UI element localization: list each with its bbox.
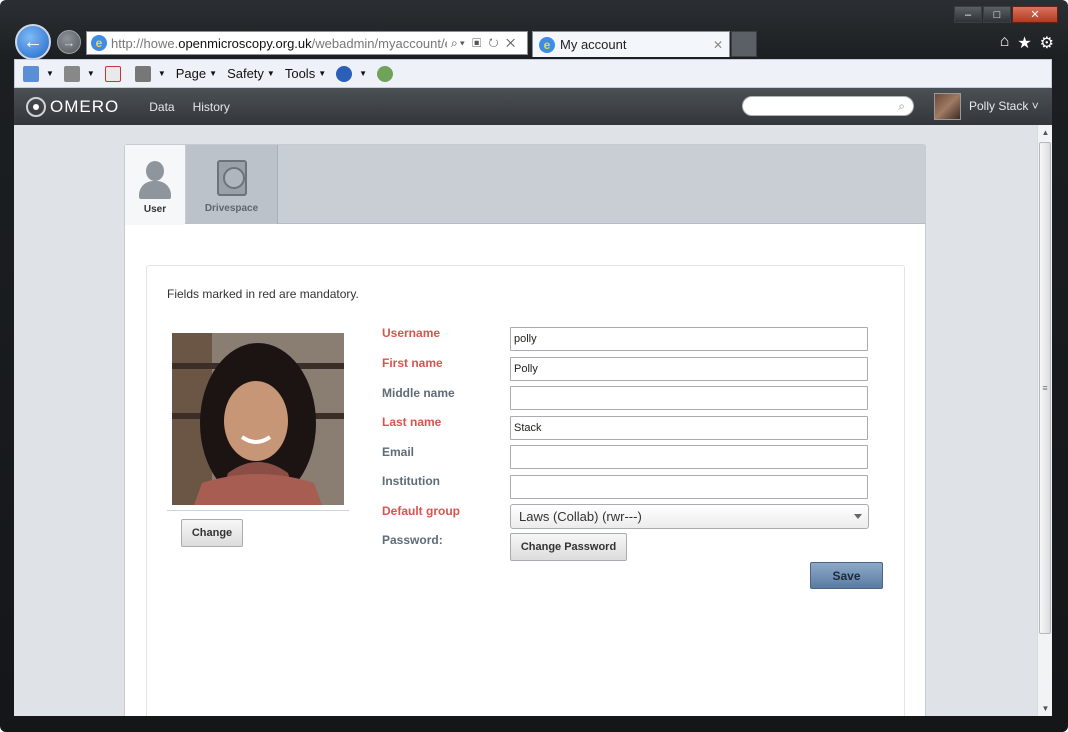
middle-name-field[interactable] <box>510 386 868 410</box>
url-prefix: http://howe. <box>111 35 179 51</box>
tools-menu-label: Tools <box>284 66 316 81</box>
default-group-select[interactable]: Laws (Collab) (rwr---) <box>510 504 869 529</box>
command-bar: ▼ ▼ ▼ Page ▼ Safety ▼ Tools ▼ ▼ <box>14 59 1052 88</box>
tab-drivespace[interactable]: Drivespace <box>186 145 278 224</box>
back-button[interactable]: ← <box>15 24 51 60</box>
tab-title: My account <box>560 37 627 52</box>
close-button[interactable]: ✕ <box>1012 6 1058 23</box>
last-name-field[interactable]: Stack <box>510 416 868 440</box>
arrow-right-icon: → <box>62 34 76 50</box>
email-label: Email <box>382 445 415 459</box>
search-input[interactable]: ⌕ <box>742 96 914 116</box>
home-icon[interactable]: ⌂ <box>1000 33 1010 53</box>
default-group-label: Default group <box>382 504 460 518</box>
portrait-image <box>172 333 344 505</box>
password-label: Password: <box>382 533 443 547</box>
tab-drivespace-label: Drivespace <box>204 203 259 214</box>
first-name-label: First name <box>382 356 443 370</box>
tools-menu[interactable]: Tools ▼ <box>285 66 326 81</box>
scroll-down-arrow-icon[interactable]: ▼ <box>1038 701 1052 716</box>
page-menu[interactable]: Page ▼ <box>176 66 217 81</box>
vertical-scrollbar[interactable]: ▲ ≡ ▼ <box>1037 125 1052 716</box>
page-viewport: OMERO Data History ⌕ Polly Stack ˅ User … <box>14 88 1052 716</box>
tab-close-icon[interactable]: ✕ <box>713 38 723 52</box>
address-actions-icon[interactable]: ⌕▾ ▣ ↻ ✕ <box>451 36 517 51</box>
forward-button[interactable]: → <box>57 30 81 54</box>
save-button[interactable]: Save <box>810 562 883 589</box>
dropdown-arrow-icon <box>854 514 862 519</box>
user-menu[interactable]: Polly Stack ˅ <box>969 99 1039 113</box>
logo-text: OMERO <box>50 96 120 116</box>
last-name-label: Last name <box>382 415 442 429</box>
omero-logo[interactable]: OMERO <box>26 96 120 117</box>
print-icon[interactable]: ▼ <box>134 65 166 82</box>
tab-user[interactable]: User <box>125 145 185 225</box>
safety-menu-label: Safety <box>227 66 264 81</box>
page-menu-label: Page <box>175 66 207 81</box>
nav-data-link[interactable]: Data <box>149 100 174 114</box>
account-tabs: User Drivespace <box>125 145 925 225</box>
username-field[interactable]: polly <box>510 327 868 351</box>
institution-label: Institution <box>382 474 440 488</box>
person-icon <box>137 161 173 199</box>
email-field[interactable] <box>510 445 868 469</box>
url-text: http://howe.openmicroscopy.org.uk/webadm… <box>111 36 447 51</box>
hard-disk-icon <box>216 160 247 196</box>
research-eye-icon[interactable] <box>377 65 397 82</box>
chevron-down-icon: ˅ <box>1031 99 1039 113</box>
browser-toolbar-icons: ⌂ ★ ⚙ <box>992 33 1054 53</box>
photo-divider <box>167 510 349 511</box>
new-tab-button[interactable] <box>731 31 757 57</box>
change-password-button[interactable]: Change Password <box>510 533 627 561</box>
avatar[interactable] <box>934 93 961 120</box>
omero-logo-icon <box>26 96 46 117</box>
account-form: Fields marked in red are mandatory. Chan… <box>146 265 905 716</box>
feeds-icon[interactable]: ▼ <box>63 65 95 82</box>
user-name: Polly Stack <box>969 99 1029 113</box>
mandatory-note: Fields marked in red are mandatory. <box>167 287 359 301</box>
nav-history-link[interactable]: History <box>193 100 230 114</box>
account-panel: User Drivespace Fields marked in red are… <box>124 144 926 716</box>
scroll-up-arrow-icon[interactable]: ▲ <box>1038 125 1052 140</box>
middle-name-label: Middle name <box>382 386 455 400</box>
mail-icon[interactable] <box>104 65 125 82</box>
default-group-value: Laws (Collab) (rwr---) <box>519 509 642 524</box>
first-name-field[interactable]: Polly <box>510 357 868 381</box>
user-photo <box>172 333 344 505</box>
omero-header: OMERO Data History ⌕ Polly Stack ˅ <box>14 88 1052 125</box>
institution-field[interactable] <box>510 475 868 499</box>
change-photo-button[interactable]: Change <box>181 519 243 547</box>
settings-gear-icon[interactable]: ⚙ <box>1040 33 1054 53</box>
address-bar[interactable]: e http://howe.openmicroscopy.org.uk/weba… <box>86 31 528 55</box>
favorites-star-icon[interactable]: ★ <box>1017 33 1031 53</box>
url-domain: openmicroscopy.org.uk <box>178 35 312 51</box>
minimize-button[interactable]: – <box>954 6 982 23</box>
maximize-button[interactable]: □ <box>983 6 1011 23</box>
tab-user-label: User <box>143 204 167 215</box>
arrow-left-icon: ← <box>23 30 43 53</box>
ie-tab-icon: e <box>539 36 555 53</box>
safety-menu[interactable]: Safety ▼ <box>227 66 275 81</box>
home-menu-icon[interactable]: ▼ <box>23 65 54 82</box>
tab-my-account[interactable]: e My account ✕ <box>532 31 730 57</box>
url-path: /webadmin/myaccount/e <box>311 35 447 51</box>
scroll-thumb[interactable]: ≡ <box>1039 142 1051 634</box>
username-label: Username <box>382 326 441 340</box>
ie-page-icon: e <box>91 35 107 51</box>
search-icon: ⌕ <box>898 99 905 113</box>
window-controls: – □ ✕ <box>954 6 1058 23</box>
help-icon[interactable]: ▼ <box>336 65 367 82</box>
browser-window: – □ ✕ ← → e http://howe.openmicroscopy.o… <box>0 0 1068 732</box>
